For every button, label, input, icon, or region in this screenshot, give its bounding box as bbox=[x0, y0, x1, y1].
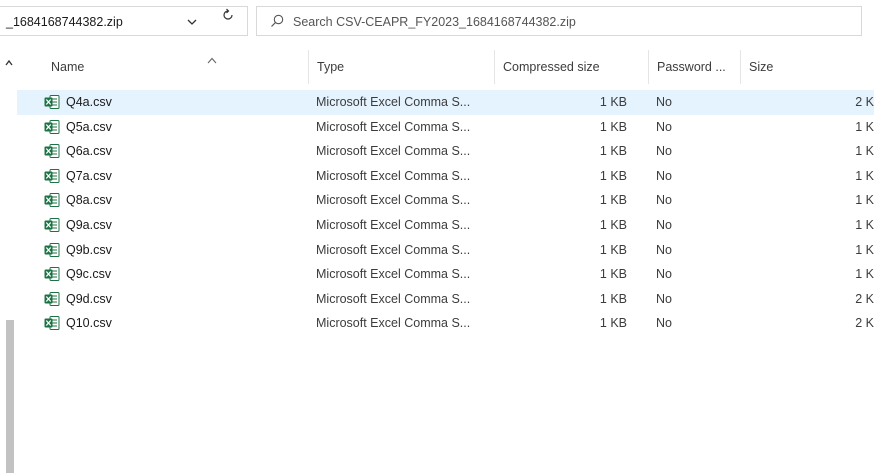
file-type: Microsoft Excel Comma S... bbox=[316, 95, 471, 109]
file-row[interactable]: Q9c.csv Microsoft Excel Comma S... 1 KB … bbox=[17, 262, 874, 287]
chevron-down-icon[interactable] bbox=[182, 14, 202, 30]
file-row[interactable]: Q9a.csv Microsoft Excel Comma S... 1 KB … bbox=[17, 213, 874, 238]
file-name: Q4a.csv bbox=[66, 95, 112, 109]
file-compressed-size: 1 KB bbox=[599, 217, 627, 232]
file-name: Q7a.csv bbox=[66, 168, 112, 183]
file-size: 1 K bbox=[855, 267, 874, 282]
column-header-type[interactable]: Type bbox=[308, 50, 494, 84]
file-size: 1 K bbox=[855, 168, 874, 183]
column-header-type-label: Type bbox=[317, 60, 345, 74]
excel-csv-file-icon bbox=[44, 119, 60, 135]
file-type: Microsoft Excel Comma S... bbox=[316, 316, 471, 331]
file-row[interactable]: Q7a.csv Microsoft Excel Comma S... 1 KB … bbox=[17, 164, 874, 189]
file-compressed-size: 1 KB bbox=[599, 193, 627, 208]
address-search-bar: _1684168744382.zip Search CSV-CEAPR_FY20… bbox=[0, 0, 874, 45]
file-type: Microsoft Excel Comma S... bbox=[316, 168, 471, 183]
file-name: Q9a.csv bbox=[66, 217, 112, 232]
address-bar[interactable]: _1684168744382.zip bbox=[0, 6, 248, 36]
file-password: No bbox=[656, 316, 672, 331]
file-type: Microsoft Excel Comma S... bbox=[316, 267, 471, 282]
file-type: Microsoft Excel Comma S... bbox=[316, 119, 471, 134]
column-header-size-label: Size bbox=[749, 60, 774, 74]
file-compressed-size: 1 KB bbox=[599, 95, 627, 109]
file-password: No bbox=[656, 267, 672, 282]
column-header-name[interactable]: Name bbox=[43, 50, 321, 84]
file-type: Microsoft Excel Comma S... bbox=[316, 144, 471, 159]
file-size: 1 K bbox=[855, 242, 874, 257]
scroll-up-arrow-icon[interactable] bbox=[4, 56, 14, 66]
file-name: Q9d.csv bbox=[66, 291, 112, 306]
column-header-password[interactable]: Password ... bbox=[648, 50, 740, 84]
vertical-scrollbar[interactable] bbox=[0, 50, 17, 473]
column-header-name-label: Name bbox=[51, 60, 85, 74]
file-name: Q9b.csv bbox=[66, 242, 112, 257]
file-size: 1 K bbox=[855, 217, 874, 232]
file-password: No bbox=[656, 119, 672, 134]
file-size: 1 K bbox=[855, 144, 874, 159]
column-header-row: Name Type Compressed size Password ... S… bbox=[17, 50, 874, 84]
file-password: No bbox=[656, 242, 672, 257]
search-placeholder: Search CSV-CEAPR_FY2023_1684168744382.zi… bbox=[293, 15, 576, 29]
file-size: 1 K bbox=[855, 119, 874, 134]
file-size: 2 K bbox=[855, 291, 874, 306]
file-compressed-size: 1 KB bbox=[599, 267, 627, 282]
file-type: Microsoft Excel Comma S... bbox=[316, 242, 471, 257]
file-compressed-size: 1 KB bbox=[599, 316, 627, 331]
search-input[interactable]: Search CSV-CEAPR_FY2023_1684168744382.zi… bbox=[256, 6, 862, 36]
file-row[interactable]: Q9d.csv Microsoft Excel Comma S... 1 KB … bbox=[17, 287, 874, 312]
sort-ascending-icon bbox=[207, 53, 217, 64]
excel-csv-file-icon bbox=[44, 217, 60, 233]
file-type: Microsoft Excel Comma S... bbox=[316, 193, 471, 208]
file-row[interactable]: Q8a.csv Microsoft Excel Comma S... 1 KB … bbox=[17, 188, 874, 213]
file-size: 2 K bbox=[855, 316, 874, 331]
excel-csv-file-icon bbox=[44, 192, 60, 208]
file-name: Q5a.csv bbox=[66, 119, 112, 134]
file-row[interactable]: Q5a.csv Microsoft Excel Comma S... 1 KB … bbox=[17, 115, 874, 140]
file-row[interactable]: Q4a.csv Microsoft Excel Comma S... 1 KB … bbox=[17, 90, 874, 115]
column-header-size[interactable]: Size bbox=[740, 50, 874, 84]
address-path[interactable]: _1684168744382.zip bbox=[6, 15, 123, 29]
file-password: No bbox=[656, 144, 672, 159]
file-name: Q10.csv bbox=[66, 316, 112, 331]
file-type: Microsoft Excel Comma S... bbox=[316, 217, 471, 232]
file-size: 1 K bbox=[855, 193, 874, 208]
file-name: Q6a.csv bbox=[66, 144, 112, 159]
excel-csv-file-icon bbox=[44, 168, 60, 184]
excel-csv-file-icon bbox=[44, 94, 60, 110]
excel-csv-file-icon bbox=[44, 143, 60, 159]
file-size: 2 K bbox=[855, 95, 874, 109]
file-compressed-size: 1 KB bbox=[599, 144, 627, 159]
file-name: Q9c.csv bbox=[66, 267, 112, 282]
file-password: No bbox=[656, 291, 672, 306]
excel-csv-file-icon bbox=[44, 242, 60, 258]
file-password: No bbox=[656, 193, 672, 208]
file-password: No bbox=[656, 95, 672, 109]
excel-csv-file-icon bbox=[44, 266, 60, 282]
excel-csv-file-icon bbox=[44, 291, 60, 307]
file-password: No bbox=[656, 217, 672, 232]
refresh-icon[interactable] bbox=[218, 6, 238, 24]
file-compressed-size: 1 KB bbox=[599, 119, 627, 134]
column-header-password-label: Password ... bbox=[657, 60, 726, 74]
file-compressed-size: 1 KB bbox=[599, 242, 627, 257]
file-type: Microsoft Excel Comma S... bbox=[316, 291, 471, 306]
excel-csv-file-icon bbox=[44, 315, 60, 331]
scrollbar-thumb[interactable] bbox=[6, 320, 14, 473]
file-row[interactable]: Q6a.csv Microsoft Excel Comma S... 1 KB … bbox=[17, 139, 874, 164]
file-name: Q8a.csv bbox=[66, 193, 112, 208]
file-compressed-size: 1 KB bbox=[599, 168, 627, 183]
file-row[interactable]: Q10.csv Microsoft Excel Comma S... 1 KB … bbox=[17, 311, 874, 336]
file-password: No bbox=[656, 168, 672, 183]
file-list: Q4a.csv Microsoft Excel Comma S... 1 KB … bbox=[17, 90, 874, 336]
column-header-compressed-label: Compressed size bbox=[503, 60, 600, 74]
file-compressed-size: 1 KB bbox=[599, 291, 627, 306]
column-header-compressed-size[interactable]: Compressed size bbox=[494, 50, 648, 84]
search-icon bbox=[269, 13, 285, 29]
file-row[interactable]: Q9b.csv Microsoft Excel Comma S... 1 KB … bbox=[17, 238, 874, 263]
